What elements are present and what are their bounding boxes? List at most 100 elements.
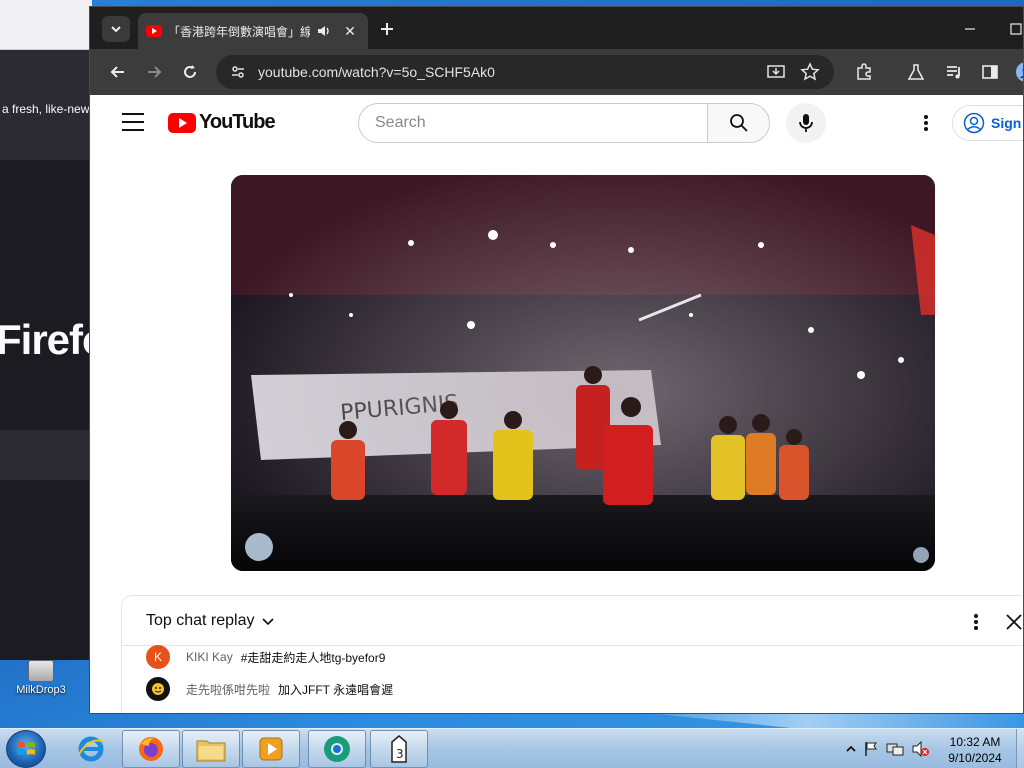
labs-button[interactable] — [904, 60, 928, 84]
taskbar-milkdrop3[interactable]: 3 — [370, 730, 428, 768]
profile-avatar-icon — [1016, 62, 1023, 82]
new-tab-button[interactable] — [375, 17, 399, 41]
video-frame: PPURIGNIS — [231, 175, 935, 571]
chat-header: Top chat replay — [122, 596, 1023, 646]
background-firefox-window[interactable]: a fresh, like-new Firefo — [0, 0, 92, 660]
background-banner-text: a fresh, like-new — [2, 102, 90, 116]
youtube-logo[interactable]: YouTube — [168, 111, 276, 134]
live-chat-panel: Top chat replay K KIKI Kay #走甜走約走人地tg-by… — [121, 595, 1023, 713]
volume-muted-icon[interactable] — [912, 741, 930, 757]
svg-text:3: 3 — [396, 747, 404, 761]
start-button[interactable] — [6, 730, 46, 768]
firefox-brand-text: Firefo — [0, 316, 92, 363]
extensions-button[interactable] — [852, 60, 876, 84]
show-desktop-button[interactable] — [1016, 729, 1024, 768]
close-icon — [1006, 614, 1022, 630]
install-app-icon[interactable] — [766, 62, 786, 82]
back-button[interactable] — [106, 60, 130, 84]
puzzle-icon — [857, 63, 871, 80]
youtube-masthead: YouTube Sign in — [90, 95, 1023, 151]
site-info-icon[interactable] — [228, 62, 248, 82]
desktop-icon-label: MilkDrop3 — [16, 684, 66, 696]
search-input[interactable] — [375, 114, 695, 132]
arrow-left-icon — [110, 66, 124, 78]
chevron-down-icon[interactable] — [261, 614, 275, 628]
reload-icon — [184, 65, 196, 78]
maximize-icon — [1010, 23, 1022, 35]
taskbar-internet-explorer[interactable] — [62, 730, 120, 768]
taskbar-chrome[interactable] — [308, 730, 366, 768]
show-hidden-icons-icon[interactable] — [846, 744, 856, 754]
search-icon — [729, 114, 748, 132]
action-center-flag-icon[interactable] — [864, 741, 878, 757]
minimize-button[interactable] — [960, 19, 980, 39]
profile-button[interactable] — [1014, 60, 1023, 84]
search-box — [358, 103, 708, 143]
settings-more-button[interactable] — [914, 111, 938, 135]
video-player[interactable]: PPURIGNIS — [231, 175, 935, 571]
internet-explorer-icon — [78, 736, 105, 762]
system-clock[interactable]: 10:32 AM 9/10/2024 — [940, 734, 1010, 766]
side-panel-button[interactable] — [978, 60, 1002, 84]
playlist-icon — [947, 66, 960, 79]
chevron-down-icon — [111, 26, 121, 33]
chat-close-button[interactable] — [1002, 610, 1023, 634]
firefox-icon — [139, 737, 163, 761]
emoji-avatar-icon — [152, 683, 164, 695]
media-player-icon — [259, 737, 283, 761]
tab-close-button[interactable]: ✕ — [342, 23, 358, 40]
chat-avatar[interactable]: K — [146, 645, 170, 669]
guide-menu-button[interactable] — [122, 113, 144, 131]
voice-search-button[interactable] — [786, 103, 826, 143]
taskbar-media-player[interactable] — [242, 730, 300, 768]
desktop-icon-milkdrop3[interactable]: MilkDrop3 — [6, 660, 76, 696]
system-tray — [846, 741, 930, 757]
search-button[interactable] — [707, 103, 770, 143]
background-window-titlebar — [0, 0, 92, 50]
url-text[interactable]: youtube.com/watch?v=5o_SCHF5Ak0 — [258, 64, 495, 80]
network-icon[interactable] — [886, 741, 904, 757]
taskbar: 3 10:32 AM 9/10/2024 — [0, 728, 1024, 768]
maximize-button[interactable] — [1006, 19, 1023, 39]
chat-mode-selector[interactable]: Top chat replay — [146, 612, 255, 630]
arrow-right-icon — [148, 66, 162, 78]
tab-title: 「香港跨年倒數演唱會」線上 — [168, 24, 310, 39]
address-bar[interactable]: youtube.com/watch?v=5o_SCHF5Ak0 — [216, 55, 834, 89]
sign-in-label: Sign in — [991, 115, 1023, 131]
browser-toolbar: youtube.com/watch?v=5o_SCHF5Ak0 — [90, 49, 1023, 95]
side-panel-icon — [982, 65, 998, 79]
menu-line — [122, 113, 144, 115]
tab-search-button[interactable] — [102, 16, 130, 42]
account-circle-icon — [963, 112, 985, 134]
media-controls-button[interactable] — [942, 60, 966, 84]
clock-time: 10:32 AM — [949, 735, 1001, 749]
microphone-icon — [799, 114, 813, 132]
chat-text: 加入JFFT 永遠唱會遲 — [278, 682, 394, 697]
chat-author[interactable]: KIKI Kay — [186, 650, 233, 664]
chat-author[interactable]: 走先啦係咁先啦 — [186, 681, 270, 698]
chrome-icon — [324, 736, 350, 762]
background-window-banner: a fresh, like-new — [0, 50, 92, 160]
clock-date: 9/10/2024 — [948, 751, 1002, 765]
taskbar-file-explorer[interactable] — [182, 730, 240, 768]
chat-more-button[interactable] — [964, 610, 988, 634]
youtube-page: YouTube Sign in — [90, 95, 1023, 713]
chat-message: K KIKI Kay #走甜走約走人地tg-byefor9 — [146, 644, 385, 670]
reload-button[interactable] — [178, 60, 202, 84]
milkdrop-icon — [28, 660, 54, 682]
taskbar-firefox[interactable] — [122, 730, 180, 768]
plus-icon — [381, 23, 393, 35]
sign-in-button[interactable]: Sign in — [952, 105, 1023, 141]
chat-avatar[interactable] — [146, 677, 170, 701]
forward-button[interactable] — [142, 60, 166, 84]
minimize-icon — [965, 28, 975, 30]
bookmark-star-icon[interactable] — [800, 62, 820, 82]
menu-line — [122, 129, 144, 131]
youtube-logo-text: YouTube — [199, 111, 276, 133]
tab-youtube[interactable]: 「香港跨年倒數演唱會」線上 ✕ — [138, 13, 368, 49]
background-window-panel — [0, 430, 92, 480]
speaker-icon[interactable] — [316, 24, 332, 38]
menu-line — [122, 121, 144, 123]
folder-icon — [196, 740, 226, 762]
milk-carton-icon: 3 — [391, 735, 407, 763]
